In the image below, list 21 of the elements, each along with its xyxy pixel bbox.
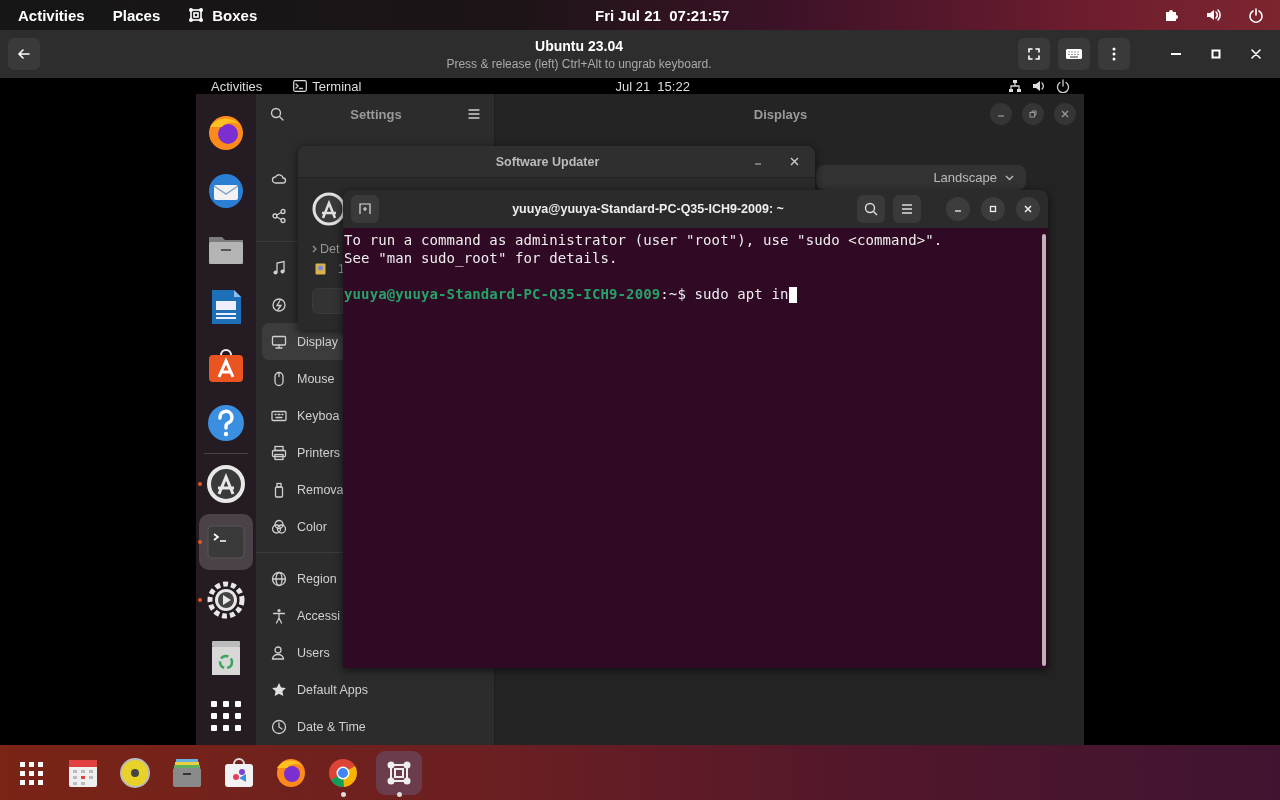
- window-title: yuuya@yuuya-Standard-PC-Q35-ICH9-2009: ~: [511, 202, 785, 216]
- sidebar-label: Color: [297, 519, 327, 534]
- sidebar-label: Printers: [297, 445, 341, 460]
- sidebar-label: Date & Time: [297, 719, 366, 734]
- sidebar-label: Default Apps: [297, 682, 368, 697]
- sidebar-label: Accessi: [297, 608, 341, 623]
- sidebar-label: Keyboa: [297, 408, 340, 423]
- prompt-user-host: yuuya@yuuya-Standard-PC-Q35-ICH9-2009: [344, 286, 661, 302]
- window-title: Ubuntu 23.04: [535, 37, 623, 54]
- output-line: See "man sudo_root" for details.: [344, 250, 618, 266]
- window-subtitle: Press & release (left) Ctrl+Alt to ungrab keyboard.: [446, 56, 712, 71]
- sidebar-label: Region: [297, 571, 337, 586]
- page-title: Displays: [752, 106, 809, 122]
- prompt-path: :~$: [660, 286, 686, 302]
- sidebar-label: Users: [297, 645, 330, 660]
- sidebar-title: Settings: [350, 106, 402, 122]
- sidebar-label: Mouse: [297, 371, 335, 386]
- sidebar-label: Display: [297, 334, 338, 349]
- sidebar-label: Remova: [297, 482, 344, 497]
- window-title: Software Updater: [494, 154, 601, 169]
- output-line: To run a command as administrator (user "root"), use "sudo <command>".: [344, 232, 943, 248]
